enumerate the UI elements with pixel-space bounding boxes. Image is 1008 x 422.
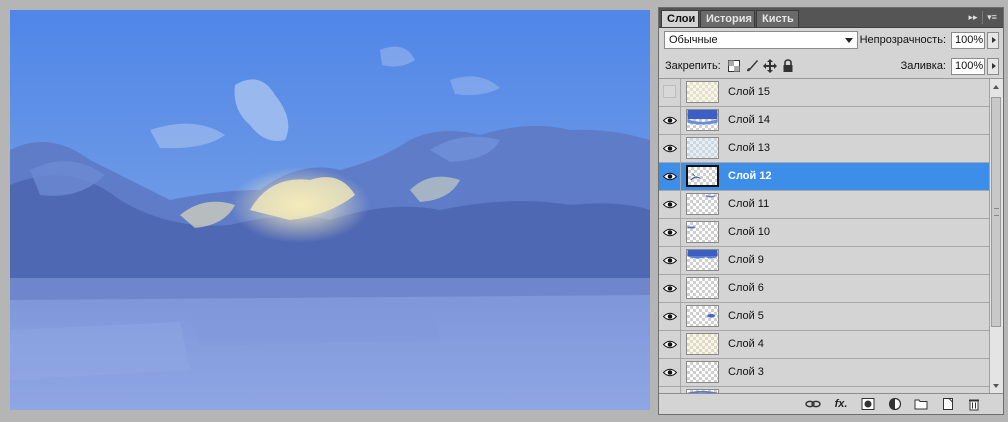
layer-name: Слой 12 — [728, 170, 772, 182]
eye-icon — [663, 340, 677, 349]
blend-mode-value: Обычные — [669, 34, 718, 46]
layer-name: Слой 3 — [728, 366, 764, 378]
eye-icon — [663, 172, 677, 181]
lock-position-move-icon[interactable] — [763, 59, 777, 73]
adjustment-layer-icon[interactable] — [887, 397, 903, 411]
layer-name: Слой 5 — [728, 310, 764, 322]
layer-name: Слой 13 — [728, 142, 771, 154]
layers-scrollbar[interactable] — [989, 79, 1003, 395]
visibility-toggle[interactable] — [659, 135, 681, 162]
eye-icon — [663, 368, 677, 377]
layer-name: Слой 11 — [728, 198, 770, 210]
eye-icon — [663, 256, 677, 265]
lock-all-padlock-icon[interactable] — [781, 59, 795, 73]
layer-name: Слой 4 — [728, 338, 764, 350]
eye-hidden-box — [663, 85, 676, 98]
layers-footer: fx. — [659, 393, 1003, 414]
opacity-label: Непрозрачность: — [859, 34, 946, 46]
layer-row[interactable]: Слой 3 — [659, 359, 989, 387]
layer-row[interactable]: Слой 4 — [659, 331, 989, 359]
collapse-panel-icon[interactable]: ▸▸ — [965, 11, 981, 24]
layers-list: Слой 15 Слой 14 Слой 13 Слой 12 Слой 11 … — [659, 79, 989, 395]
visibility-toggle[interactable] — [659, 163, 681, 190]
visibility-toggle[interactable] — [659, 79, 681, 106]
layer-name: Слой 14 — [728, 114, 771, 126]
layer-row[interactable]: Слой 15 — [659, 79, 989, 107]
opacity-input[interactable]: 100% — [951, 32, 985, 49]
layer-row[interactable]: Слой 9 — [659, 247, 989, 275]
visibility-toggle[interactable] — [659, 303, 681, 330]
layer-thumbnail — [686, 193, 719, 215]
layer-name: Слой 6 — [728, 282, 764, 294]
scroll-up-icon[interactable] — [990, 81, 1003, 94]
scroll-down-icon[interactable] — [990, 380, 1003, 393]
visibility-toggle[interactable] — [659, 219, 681, 246]
sky-painting — [10, 10, 650, 410]
tab-layers[interactable]: Слои — [661, 10, 699, 27]
visibility-toggle[interactable] — [659, 331, 681, 358]
visibility-toggle[interactable] — [659, 275, 681, 302]
layer-row-selected[interactable]: Слой 12 — [659, 163, 989, 191]
delete-layer-trash-icon[interactable] — [966, 397, 982, 411]
fill-slider-button[interactable] — [987, 58, 999, 75]
layer-thumbnail — [686, 81, 719, 103]
blend-mode-select[interactable]: Обычные — [664, 31, 858, 49]
fill-label: Заливка: — [900, 60, 946, 72]
lock-transparency-icon[interactable] — [727, 59, 741, 73]
layer-row[interactable]: Слой 5 — [659, 303, 989, 331]
eye-icon — [663, 116, 677, 125]
lock-fill-row: Закрепить: Заливка: 100% — [659, 54, 1003, 79]
opacity-slider-button[interactable] — [987, 32, 999, 49]
lock-label: Закрепить: — [665, 60, 721, 72]
chevron-down-icon — [845, 38, 853, 43]
layer-thumbnail — [686, 333, 719, 355]
layers-panel: Слои История Кисть ▸▸ ▾≡ Обычные Непрозр… — [658, 7, 1004, 415]
lock-pixels-brush-icon[interactable] — [745, 59, 759, 73]
fill-input[interactable]: 100% — [951, 58, 985, 75]
eye-icon — [663, 144, 677, 153]
layer-thumbnail — [686, 137, 719, 159]
layer-name: Слой 10 — [728, 226, 771, 238]
eye-icon — [663, 228, 677, 237]
layer-thumbnail — [686, 249, 719, 271]
layer-name: Слой 9 — [728, 254, 764, 266]
new-layer-icon[interactable] — [940, 397, 956, 411]
new-group-folder-icon[interactable] — [913, 397, 929, 411]
layer-thumbnail — [686, 109, 719, 131]
layer-row[interactable]: Слой 13 — [659, 135, 989, 163]
layer-row[interactable]: Слой 14 — [659, 107, 989, 135]
layer-thumbnail — [686, 361, 719, 383]
layer-style-fx-icon[interactable]: fx. — [833, 397, 849, 411]
eye-icon — [663, 284, 677, 293]
visibility-toggle[interactable] — [659, 359, 681, 386]
document-canvas[interactable] — [10, 10, 650, 410]
layer-thumbnail — [686, 165, 719, 187]
eye-icon — [663, 312, 677, 321]
scroll-thumb[interactable] — [991, 97, 1001, 327]
layer-thumbnail — [686, 305, 719, 327]
blend-opacity-row: Обычные Непрозрачность: 100% — [659, 28, 1003, 54]
layer-thumbnail — [686, 277, 719, 299]
layer-row[interactable]: Слой 11 — [659, 191, 989, 219]
link-layers-icon[interactable] — [805, 397, 821, 411]
tab-history[interactable]: История — [700, 10, 755, 27]
tab-brush[interactable]: Кисть — [756, 10, 799, 27]
visibility-toggle[interactable] — [659, 247, 681, 274]
layer-name: Слой 15 — [728, 86, 771, 98]
visibility-toggle[interactable] — [659, 107, 681, 134]
layer-row[interactable]: Слой 6 — [659, 275, 989, 303]
eye-icon — [663, 200, 677, 209]
add-mask-icon[interactable] — [860, 397, 876, 411]
panel-menu-icon[interactable]: ▾≡ — [982, 11, 1001, 24]
layer-thumbnail — [686, 221, 719, 243]
layer-row[interactable]: Слой 10 — [659, 219, 989, 247]
panel-tabbar: Слои История Кисть ▸▸ ▾≡ — [659, 8, 1003, 28]
visibility-toggle[interactable] — [659, 191, 681, 218]
grip-icon — [994, 208, 999, 216]
